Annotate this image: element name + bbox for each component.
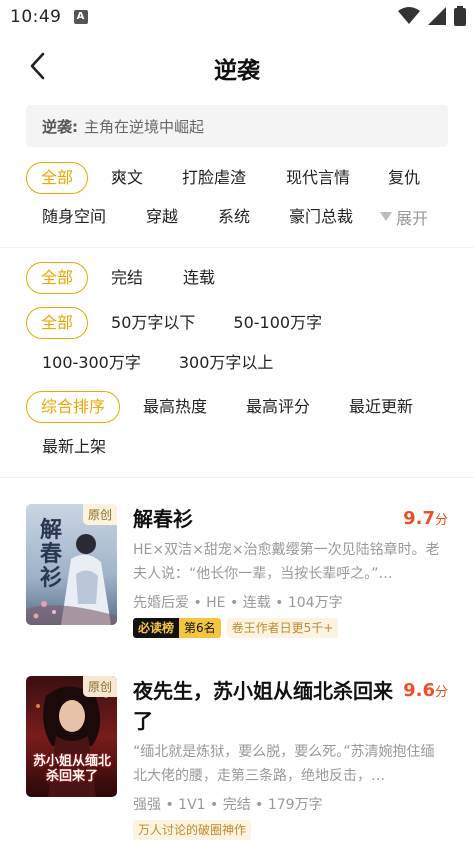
topic-description: 逆袭: 主角在逆境中崛起 bbox=[26, 105, 448, 147]
status-time: 10:49 bbox=[10, 7, 62, 27]
divider bbox=[0, 247, 474, 248]
status-bar: 10:49 A bbox=[0, 0, 474, 34]
sort-chip[interactable]: 最近更新 bbox=[348, 391, 414, 423]
book-item[interactable]: 苏小姐从缅北杀回来了 原创 夜先生，苏小姐从缅北杀回来了 9.6分 “缅北就是炼… bbox=[26, 676, 448, 842]
book-score: 9.6分 bbox=[403, 680, 448, 701]
notification-icon: A bbox=[73, 10, 88, 24]
score-unit: 分 bbox=[434, 513, 448, 528]
description-text: 主角在逆境中崛起 bbox=[84, 117, 205, 136]
expand-button[interactable]: 展开 bbox=[380, 205, 428, 229]
word-count-chip[interactable]: 100-300万字 bbox=[41, 347, 142, 379]
status-icons bbox=[398, 6, 466, 26]
header: 逆袭 bbox=[0, 34, 474, 98]
genre-chip-all[interactable]: 全部 bbox=[26, 162, 89, 194]
genre-chip[interactable]: 穿越 bbox=[145, 201, 179, 233]
genre-chip[interactable]: 打脸虐渣 bbox=[181, 162, 247, 194]
description-key: 逆袭: bbox=[42, 117, 78, 136]
rank-tag[interactable]: 必读榜 第6名 bbox=[133, 618, 221, 638]
book-tags: 必读榜 第6名 卷王作者日更5千+ bbox=[133, 618, 448, 638]
book-description: “缅北就是炼狱，要么脱，要么死。”苏清婉抱住缅北大佬的腰，走第三条路，绝地反击，… bbox=[133, 744, 435, 784]
triangle-down-icon bbox=[380, 212, 393, 221]
book-meta: 先婚后爱 • HE • 连载 • 104万字 bbox=[133, 595, 343, 611]
word-count-filter-row-2: 100-300万字 300万字以上 bbox=[26, 347, 274, 379]
score-value: 9.7 bbox=[403, 508, 435, 529]
genre-chip[interactable]: 复仇 bbox=[387, 162, 421, 194]
status-chip[interactable]: 连载 bbox=[182, 262, 216, 294]
genre-filter-row-1: 全部 爽文 打脸虐渣 现代言情 复仇 bbox=[26, 162, 421, 194]
status-filter-row: 全部 完结 连载 bbox=[26, 262, 216, 294]
status-chip-all[interactable]: 全部 bbox=[26, 262, 89, 294]
cover-title-text: 苏小姐从缅北杀回来了 bbox=[32, 754, 111, 784]
original-badge: 原创 bbox=[82, 504, 117, 525]
word-count-filter-row-1: 全部 50万字以下 50-100万字 bbox=[26, 307, 323, 339]
sort-chip-default[interactable]: 综合排序 bbox=[26, 391, 121, 423]
sort-chip[interactable]: 最高评分 bbox=[245, 391, 311, 423]
sort-filter-row-1: 综合排序 最高热度 最高评分 最近更新 bbox=[26, 391, 414, 423]
rank-label: 必读榜 bbox=[133, 618, 180, 638]
sort-filter-row-2: 最新上架 bbox=[26, 431, 107, 463]
book-cover[interactable]: 解春衫 原创 bbox=[26, 504, 117, 625]
book-tags: 万人讨论的破圈神作 bbox=[133, 820, 448, 840]
score-value: 9.6 bbox=[403, 680, 435, 701]
divider bbox=[0, 477, 474, 478]
word-count-chip-all[interactable]: 全部 bbox=[26, 307, 89, 339]
genre-chip[interactable]: 随身空间 bbox=[41, 201, 107, 233]
score-unit: 分 bbox=[434, 685, 448, 700]
book-description: HE×双洁×甜宠×治愈戴缨第一次见陆铭章时。老夫人说：“他长你一辈，当按长辈呼之… bbox=[133, 542, 440, 582]
battery-icon bbox=[454, 6, 466, 26]
genre-chip[interactable]: 豪门总裁 bbox=[288, 201, 354, 233]
book-info: 夜先生，苏小姐从缅北杀回来了 9.6分 “缅北就是炼狱，要么脱，要么死。”苏清婉… bbox=[133, 676, 448, 840]
feature-tag: 万人讨论的破圈神作 bbox=[133, 820, 252, 840]
book-title[interactable]: 解春衫 bbox=[133, 504, 393, 534]
book-meta: 强强 • 1V1 • 完结 • 179万字 bbox=[133, 797, 323, 813]
wifi-icon bbox=[398, 7, 420, 24]
sort-chip[interactable]: 最高热度 bbox=[142, 391, 208, 423]
book-info: 解春衫 9.7分 HE×双洁×甜宠×治愈戴缨第一次见陆铭章时。老夫人说：“他长你… bbox=[133, 504, 448, 638]
book-cover[interactable]: 苏小姐从缅北杀回来了 原创 bbox=[26, 676, 117, 797]
sort-chip[interactable]: 最新上架 bbox=[41, 431, 107, 463]
page-title: 逆袭 bbox=[214, 58, 260, 84]
genre-chip[interactable]: 现代言情 bbox=[285, 162, 351, 194]
original-badge: 原创 bbox=[82, 676, 117, 697]
word-count-chip[interactable]: 300万字以上 bbox=[178, 347, 275, 379]
genre-filter-row-2: 随身空间 穿越 系统 豪门总裁 展开 bbox=[26, 201, 428, 233]
book-score: 9.7分 bbox=[403, 508, 448, 529]
genre-chip[interactable]: 系统 bbox=[217, 201, 251, 233]
book-item[interactable]: 解春衫 原创 解春衫 9.7分 HE×双洁×甜宠×治愈戴缨第一次见陆铭章时。老夫… bbox=[26, 504, 448, 654]
genre-chip[interactable]: 爽文 bbox=[110, 162, 144, 194]
signal-icon bbox=[428, 7, 446, 25]
status-chip[interactable]: 完结 bbox=[110, 262, 144, 294]
feature-tag: 卷王作者日更5千+ bbox=[226, 618, 339, 638]
word-count-chip[interactable]: 50-100万字 bbox=[232, 307, 323, 339]
cover-title-text: 解春衫 bbox=[40, 517, 63, 591]
expand-label: 展开 bbox=[396, 209, 429, 228]
word-count-chip[interactable]: 50万字以下 bbox=[110, 307, 196, 339]
book-title[interactable]: 夜先生，苏小姐从缅北杀回来了 bbox=[133, 676, 393, 736]
rank-position: 第6名 bbox=[179, 618, 221, 638]
